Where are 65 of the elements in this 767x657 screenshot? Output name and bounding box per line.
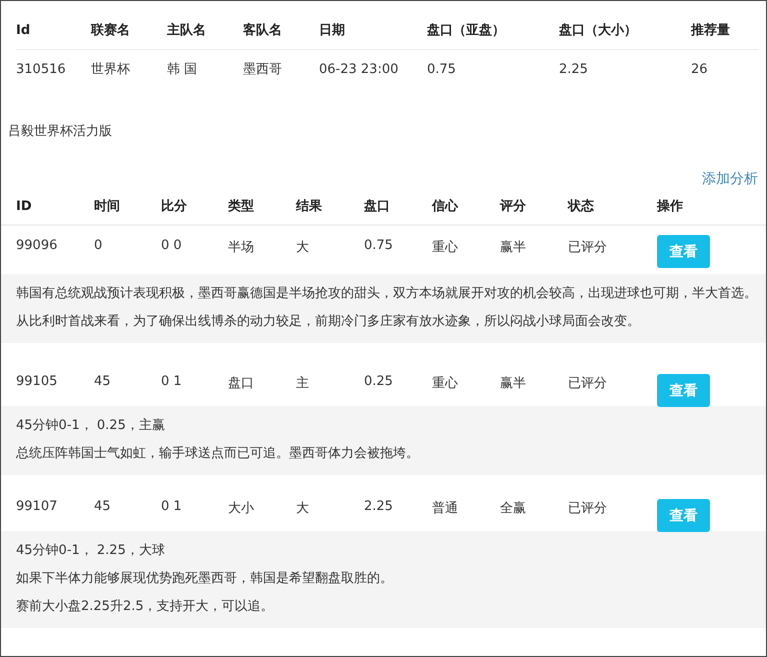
table-cell-text: 06-23 23:00 <box>319 62 400 76</box>
table-cell-text: 99096 <box>16 237 58 253</box>
table-cell-text: 45 <box>94 373 112 389</box>
table-cell-text: 韩 国 <box>167 61 198 78</box>
table-cell-text: 大 <box>296 239 310 256</box>
column-header: 状态 <box>568 198 595 215</box>
note-paragraph: 45分钟0-1， 0.25，主赢 <box>16 417 166 435</box>
note-paragraph: 韩国有总统观战预计表现积极，墨西哥赢德国是半场抢攻的甜头，双方本场就展开对攻的机会较高，出现进球也可期，半大首选。 <box>16 285 758 303</box>
table-cell-text: 大小 <box>228 500 255 517</box>
column-header: 操作 <box>657 198 684 215</box>
table-cell-text: 重心 <box>432 239 459 256</box>
note-paragraph: 45分钟0-1， 2.25，大球 <box>16 542 166 560</box>
table-cell-text: 99105 <box>16 373 58 389</box>
table-cell-text: 0 1 <box>161 373 183 389</box>
note-paragraph: 总统压阵韩国士气如虹，输手球送点而已可追。墨西哥体力会被拖垮。 <box>16 445 420 463</box>
column-header: 结果 <box>296 198 323 215</box>
table-cell-text: 已评分 <box>568 500 608 517</box>
column-header: 类型 <box>228 198 255 215</box>
table-cell-text: 310516 <box>16 62 67 76</box>
section-title: 吕毅世界杯活力版 <box>8 123 112 140</box>
table-cell-text: 大 <box>296 500 310 517</box>
table-cell-text: 盘口 <box>228 375 255 392</box>
table-cell-text: 半场 <box>228 239 255 256</box>
table-cell-text: 0 <box>94 237 104 253</box>
table-cell-text: 已评分 <box>568 375 608 392</box>
note-paragraph: 从比利时首战来看，为了确保出线博杀的动力较足，前期冷门多庄家有放水迹象，所以闷战小球局面会改变。 <box>16 313 641 331</box>
table-cell-text: 普通 <box>432 500 459 517</box>
column-header: 盘口 <box>364 198 391 215</box>
add-analysis-link[interactable]: 添加分析 <box>702 170 758 188</box>
column-header: 客队名 <box>243 22 283 39</box>
table-cell-text: 0 1 <box>161 498 183 514</box>
column-header: 联赛名 <box>91 22 131 39</box>
note-paragraph: 赛前大小盘2.25升2.5，支持开大，可以追。 <box>16 598 275 616</box>
table-cell-text: 2.25 <box>364 498 394 514</box>
table-cell-text: 99107 <box>16 498 58 514</box>
column-header: 盘口（亚盘） <box>427 22 506 39</box>
column-header: 信心 <box>432 198 460 215</box>
table-cell-text: 45 <box>94 498 112 514</box>
table-cell-text: 全赢 <box>500 500 527 517</box>
table-cell-text: 26 <box>691 62 709 76</box>
column-header: 时间 <box>94 198 121 215</box>
column-header: Id <box>16 22 32 38</box>
column-header: ID <box>16 198 33 214</box>
view-button[interactable]: 查看 <box>657 499 710 532</box>
column-header: 比分 <box>161 198 188 215</box>
column-header: 评分 <box>500 198 527 215</box>
table-cell-text: 墨西哥 <box>243 61 283 78</box>
column-header: 盘口（大小） <box>559 22 638 39</box>
view-button[interactable]: 查看 <box>657 374 710 407</box>
table-cell-text: 2.25 <box>559 62 589 76</box>
column-header: 日期 <box>319 22 346 39</box>
table-cell-text: 0.25 <box>364 373 394 389</box>
table-cell-text: 世界杯 <box>91 61 131 78</box>
table-cell-text: 0.75 <box>364 237 394 253</box>
table-cell-text: 赢半 <box>500 375 527 392</box>
table-cell-text: 赢半 <box>500 239 527 256</box>
column-header: 推荐量 <box>691 22 731 39</box>
note-paragraph: 如果下半体力能够展现优势跑死墨西哥，韩国是希望翻盘取胜的。 <box>16 570 394 588</box>
table-cell-text: 0.75 <box>427 62 457 76</box>
view-button[interactable]: 查看 <box>657 235 710 268</box>
column-header: 主队名 <box>167 22 207 39</box>
table-cell-text: 0 0 <box>161 237 183 253</box>
table-cell-text: 重心 <box>432 375 459 392</box>
table-cell-text: 已评分 <box>568 239 608 256</box>
table-cell-text: 主 <box>296 375 310 392</box>
